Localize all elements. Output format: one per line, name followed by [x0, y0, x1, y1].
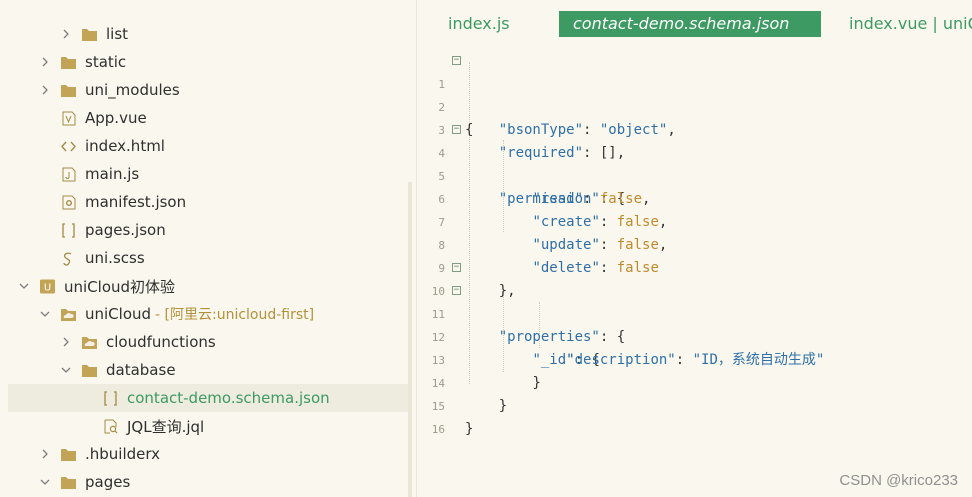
- chevron-down-icon[interactable]: [37, 306, 53, 322]
- folder-icon: [80, 362, 98, 378]
- cloud-provider-suffix: - [阿里云:unicloud-first]: [155, 307, 315, 323]
- chevron-right-icon[interactable]: [37, 54, 53, 70]
- code-editor[interactable]: index.js contact-demo.schema.json index.…: [416, 0, 972, 497]
- tree-item-label: contact-demo.schema.json: [127, 389, 330, 407]
- explorer-scrollbar[interactable]: [408, 182, 412, 497]
- jql-file-icon: [101, 418, 119, 434]
- chevron-down-icon[interactable]: [58, 362, 74, 378]
- tree-item[interactable]: uni.scss: [8, 244, 408, 272]
- tree-item-label: database: [106, 361, 176, 379]
- tree-item[interactable]: uniCloud - [阿里云:unicloud-first]: [8, 300, 408, 328]
- tree-item[interactable]: cloudfunctions: [8, 328, 408, 356]
- tree-item[interactable]: database: [8, 356, 408, 384]
- cloud-folder-icon: [80, 334, 98, 350]
- project-icon: U: [38, 278, 56, 294]
- tree-item-label: manifest.json: [85, 193, 187, 211]
- code-line: 4 − "permission": {: [438, 124, 626, 208]
- scss-file-icon: [59, 250, 77, 266]
- tree-item-label: cloudfunctions: [106, 333, 216, 351]
- code-line: 16: [431, 423, 445, 436]
- code-line: 6 "create": false,: [438, 193, 668, 230]
- cloud-folder-icon: [59, 306, 77, 322]
- tree-item[interactable]: .hbuilderx: [8, 440, 408, 468]
- tab-index-vue[interactable]: index.vue | uniC: [849, 11, 972, 37]
- manifest-file-icon: [59, 194, 77, 210]
- fold-toggle-icon[interactable]: −: [452, 125, 461, 134]
- chevron-right-icon[interactable]: [37, 446, 53, 462]
- chevron-right-icon[interactable]: [58, 26, 74, 42]
- json-file-icon: [59, 222, 77, 238]
- fold-toggle-icon[interactable]: −: [452, 263, 461, 272]
- code-line: 8 "delete": false: [438, 239, 659, 276]
- code-line: 7 "update": false,: [438, 216, 668, 253]
- tree-item-label: static: [85, 53, 127, 71]
- tree-item-label: list: [106, 25, 129, 43]
- folder-icon: [59, 82, 77, 98]
- tree-item[interactable]: JQL查询.jql: [8, 412, 408, 440]
- tree-item-label: uni_modules: [85, 81, 180, 99]
- code-line: 11 − "_id": {: [431, 285, 600, 369]
- code-line: 2 "bsonType": "object",: [438, 101, 676, 138]
- vue-file-icon: [59, 110, 77, 126]
- tree-item-label: main.js: [85, 165, 140, 183]
- folder-icon: [59, 446, 77, 462]
- tree-item[interactable]: manifest.json: [8, 188, 408, 216]
- code-line: 9 },: [438, 262, 516, 299]
- tree-item-label: JQL查询.jql: [127, 417, 205, 436]
- tree-item[interactable]: pages: [8, 468, 408, 496]
- tree-item-label: index.html: [85, 137, 165, 155]
- code-line: 3 "required": [],: [438, 124, 626, 161]
- tree-item[interactable]: pages.json: [8, 216, 408, 244]
- file-explorer: list static uni_modules App.vue index.html ma…: [0, 0, 412, 497]
- tree-item[interactable]: main.js: [8, 160, 408, 188]
- code-line: 10 − "properties": {: [431, 262, 626, 346]
- tab-contact-demo-schema-json[interactable]: contact-demo.schema.json: [559, 11, 821, 37]
- tree-item-label: App.vue: [85, 109, 147, 127]
- json-file-icon: [101, 390, 119, 406]
- code-line: 12 "description": "ID，系统自动生成": [431, 331, 825, 368]
- tab-index-js[interactable]: index.js: [448, 11, 510, 37]
- editor-tab-bar: index.js contact-demo.schema.json index.…: [417, 0, 972, 46]
- svg-text:U: U: [43, 282, 50, 293]
- tree-item[interactable]: static: [8, 48, 408, 76]
- tree-item-label: pages: [85, 473, 131, 491]
- chevron-down-icon[interactable]: [16, 278, 32, 294]
- code-line: 5 "read": false,: [438, 170, 651, 207]
- chevron-right-icon[interactable]: [37, 82, 53, 98]
- folder-icon: [59, 474, 77, 490]
- tree-item[interactable]: App.vue: [8, 104, 408, 132]
- tree-item-label: pages.json: [85, 221, 166, 239]
- tree-item-label: uniCloud: [85, 305, 152, 323]
- tree-item-label: uniCloud初体验: [64, 277, 176, 296]
- tree-item[interactable]: contact-demo.schema.json: [8, 384, 408, 412]
- tree-item[interactable]: UuniCloud初体验: [8, 272, 408, 300]
- csdn-watermark: CSDN @krico233: [839, 472, 958, 489]
- html-file-icon: [59, 138, 77, 154]
- code-line: 13 }: [431, 354, 541, 391]
- chevron-down-icon[interactable]: [37, 474, 53, 490]
- tree-item-label: uni.scss: [85, 249, 145, 267]
- code-line: 15 }: [431, 400, 474, 437]
- chevron-right-icon[interactable]: [58, 334, 74, 350]
- tree-item[interactable]: uni_modules: [8, 76, 408, 104]
- fold-toggle-icon[interactable]: −: [452, 286, 461, 295]
- tree-item-label: .hbuilderx: [85, 445, 161, 463]
- tree-item[interactable]: list: [8, 20, 408, 48]
- fold-toggle-icon[interactable]: −: [452, 56, 461, 65]
- code-line: 1 − {: [438, 55, 474, 139]
- code-line: 14 }: [431, 377, 508, 414]
- folder-icon: [59, 54, 77, 70]
- tree-item[interactable]: index.html: [8, 132, 408, 160]
- js-file-icon: [59, 166, 77, 182]
- folder-icon: [80, 26, 98, 42]
